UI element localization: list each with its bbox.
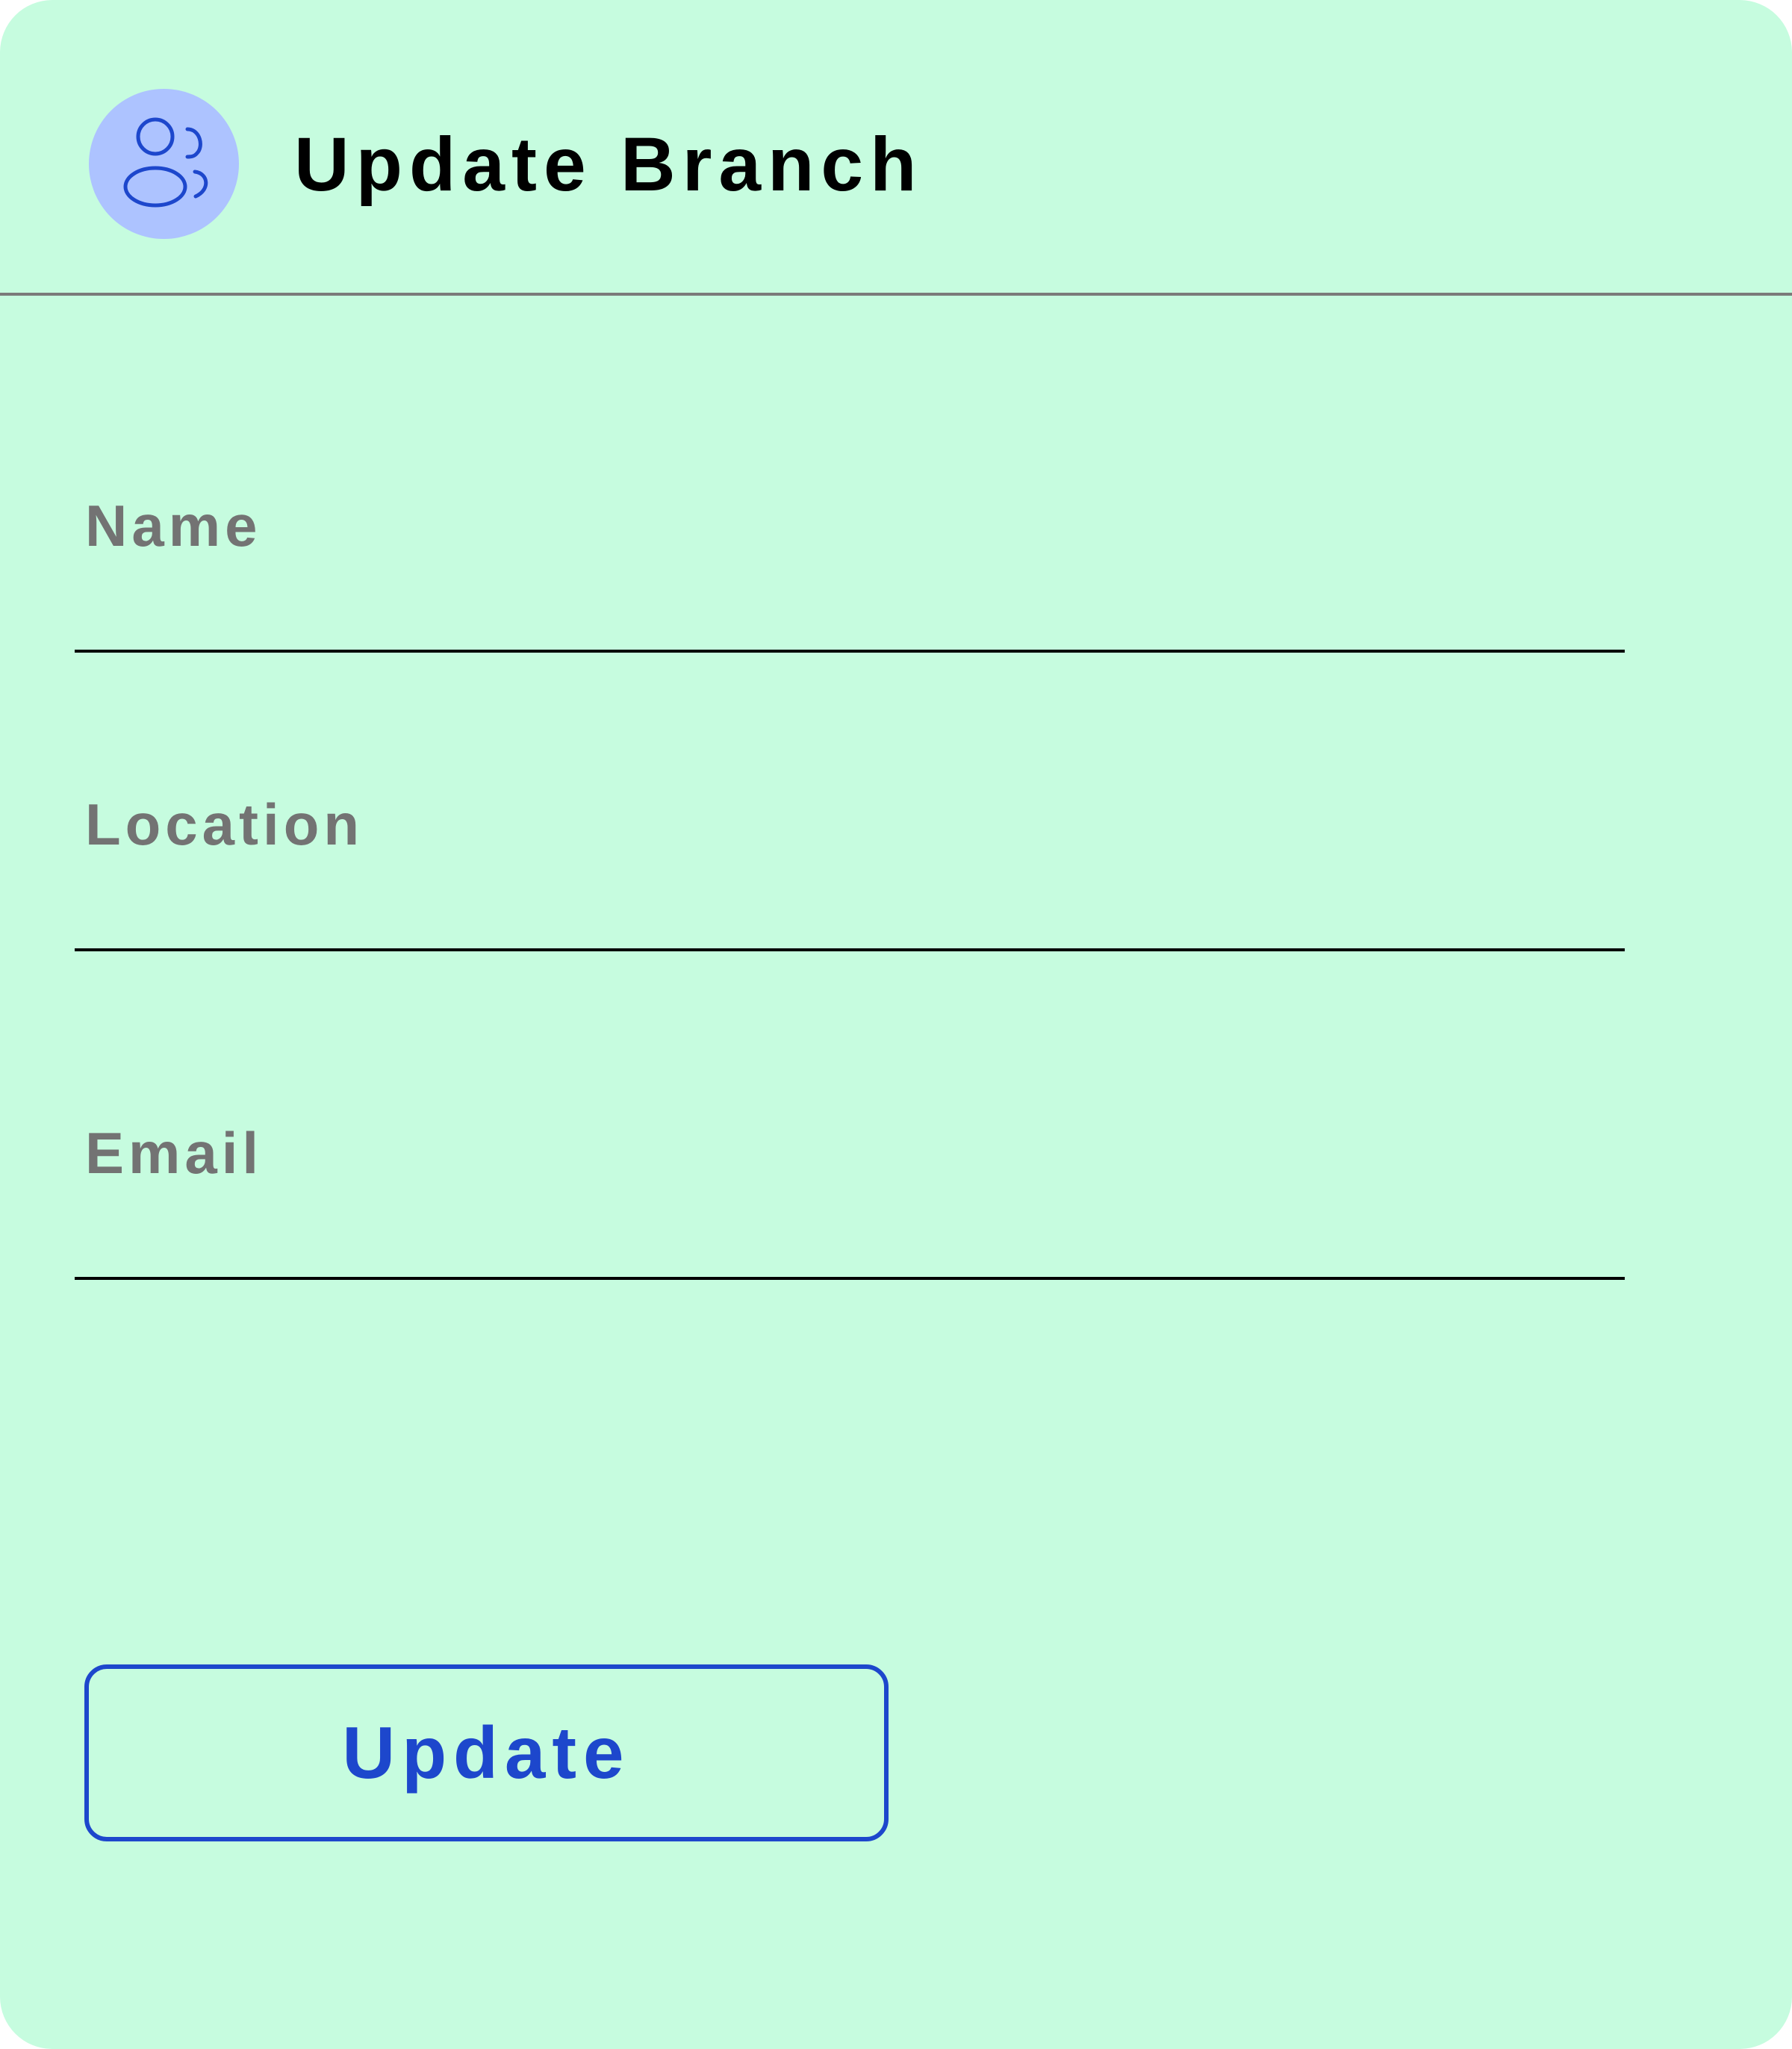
location-label: Location — [85, 792, 364, 857]
email-label: Email — [85, 1120, 264, 1186]
name-label: Name — [85, 493, 262, 559]
dialog-title: Update Branch — [294, 122, 924, 207]
update-branch-dialog: Update Branch Name Location Email Update — [0, 0, 1792, 2049]
name-input[interactable] — [75, 570, 1625, 653]
avatar — [89, 89, 239, 239]
header-divider — [0, 293, 1792, 296]
users-icon — [123, 117, 208, 208]
location-input[interactable] — [75, 869, 1625, 951]
update-button[interactable]: Update — [84, 1664, 889, 1841]
email-input[interactable] — [75, 1198, 1625, 1280]
dialog-header: Update Branch — [0, 0, 1792, 294]
